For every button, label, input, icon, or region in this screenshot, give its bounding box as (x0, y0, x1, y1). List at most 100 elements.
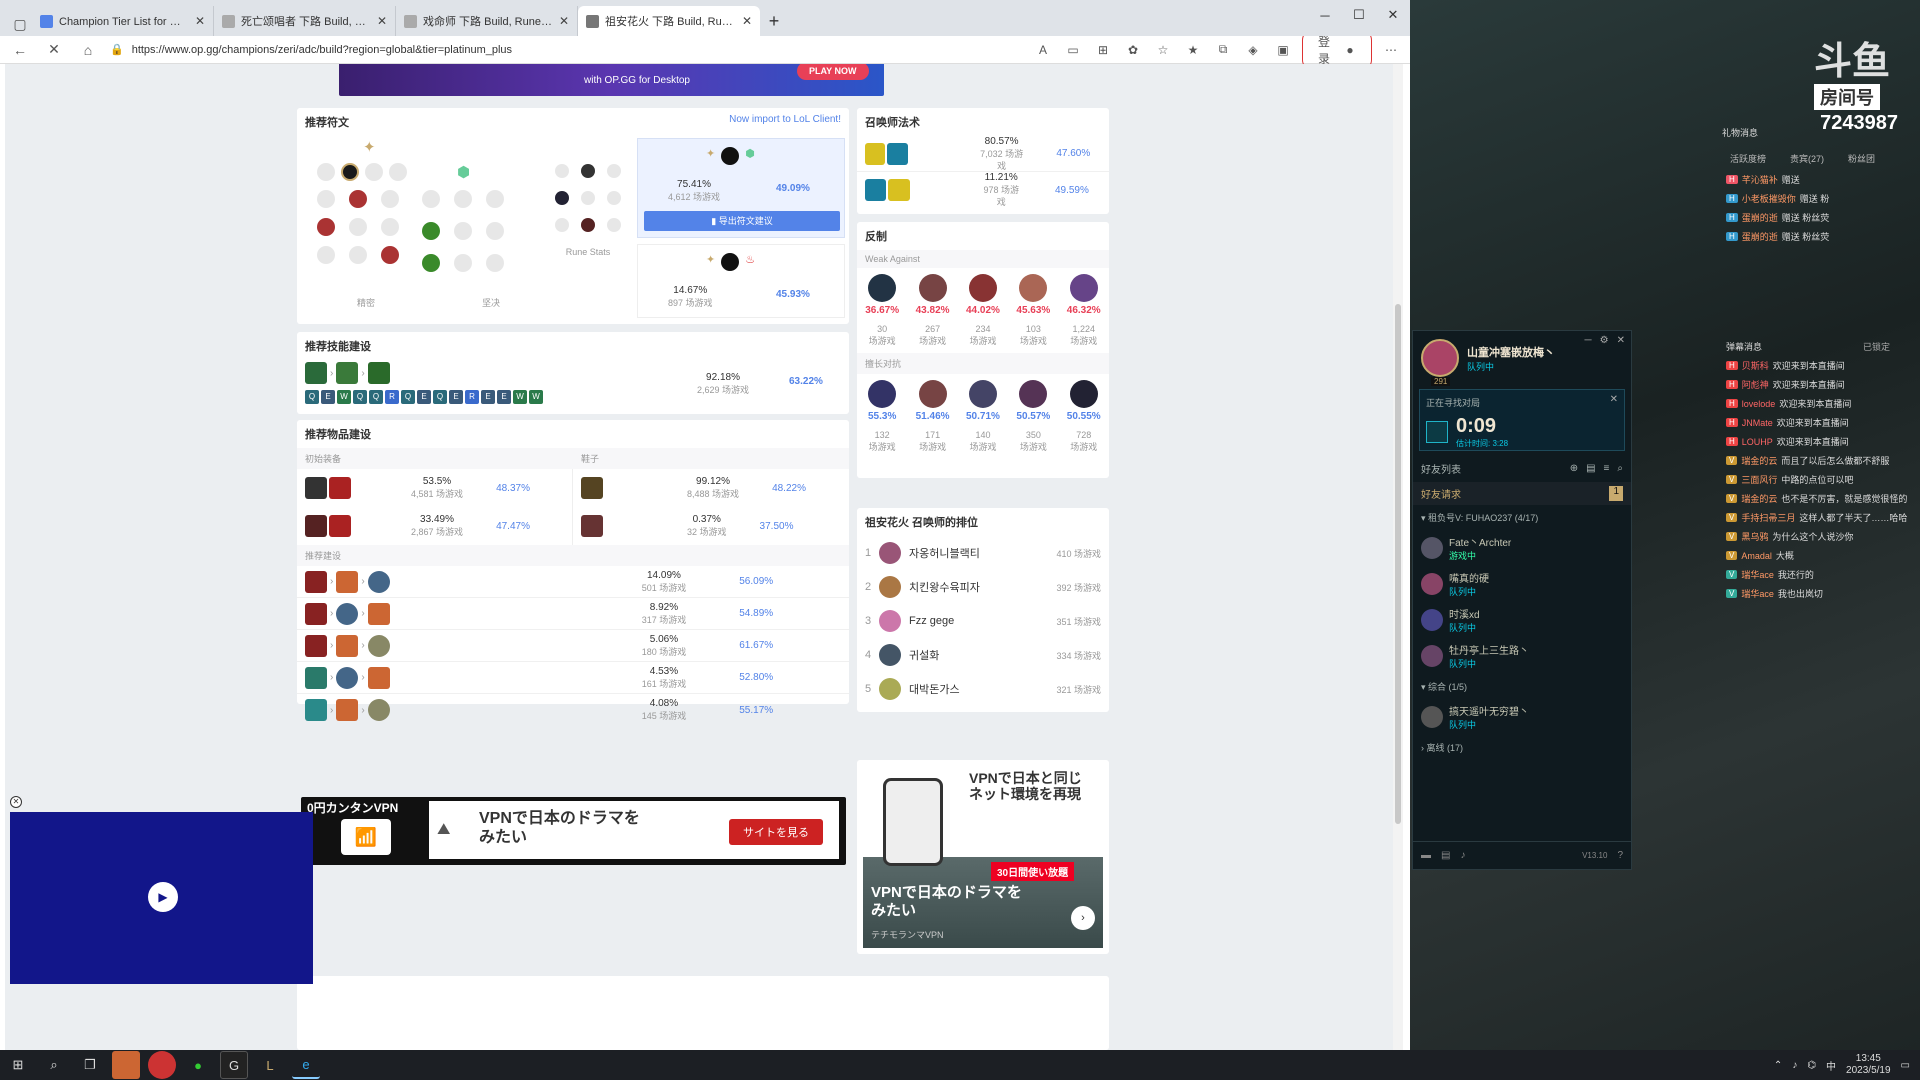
core-build-row[interactable]: › › 8.92% 317 场游戏 54.89% (297, 598, 849, 630)
rune-icon[interactable] (454, 190, 472, 208)
favorite-icon[interactable]: ☆ (1152, 43, 1174, 57)
browser-tab-active[interactable]: 祖安花火 下路 Build, Runes, Cou ✕ (578, 6, 760, 36)
clipboard-icon[interactable]: ▤ (1441, 850, 1450, 861)
rune-icon[interactable] (349, 218, 367, 236)
mic-icon[interactable]: ♪ (1460, 850, 1465, 861)
counter-champion[interactable]: 46.32% 1,224 场游戏 (1060, 274, 1108, 347)
stat-shard-icon[interactable] (555, 164, 569, 178)
core-build-row[interactable]: › › 4.53% 161 场游戏 52.80% (297, 662, 849, 694)
starter-row[interactable]: 33.49% 2,867 场游戏 47.47% (297, 507, 572, 545)
friend-entry[interactable]: 牡丹亭上三生路丶 队列中 (1413, 638, 1631, 674)
minimize-icon[interactable]: ─ (1585, 335, 1592, 346)
close-icon[interactable]: ✕ (195, 14, 205, 28)
stat-shard-icon[interactable] (555, 191, 569, 205)
friend-entry[interactable]: 嘴真的硬 队列中 (1413, 566, 1631, 602)
minimize-icon[interactable]: ─ (1308, 0, 1342, 30)
core-build-row[interactable]: › › 4.08% 145 场游戏 55.17% (297, 694, 849, 726)
clock[interactable]: 13:45 2023/5/19 (1846, 1053, 1891, 1077)
task-view-icon[interactable]: ❐ (76, 1051, 104, 1079)
close-window-icon[interactable]: ✕ (1376, 0, 1410, 30)
side-ad[interactable]: VPNで日本と同じ ネット環境を再現 30日間使い放題 VPNで日本のドラマを … (857, 760, 1109, 954)
search-icon[interactable]: ⌕ (1617, 463, 1623, 474)
shield-icon[interactable]: ◈ (1242, 43, 1264, 57)
rune-selected-icon[interactable] (341, 163, 359, 181)
import-runes-link[interactable]: Now import to LoL Client! (729, 114, 841, 130)
collections-icon[interactable]: ⧉ (1212, 42, 1234, 57)
rune-icon[interactable] (381, 218, 399, 236)
rune-icon[interactable] (365, 163, 383, 181)
summoner-name[interactable]: 대박돈가스 (909, 681, 1056, 697)
read-aloud-icon[interactable]: A (1032, 43, 1054, 57)
counter-champion[interactable]: 51.46% 171 场游戏 (909, 380, 957, 453)
folder-icon[interactable]: ▤ (1586, 463, 1595, 474)
ad-cta-button[interactable]: サイトを見る (729, 819, 823, 845)
rune-selected-icon[interactable] (422, 222, 440, 240)
close-icon[interactable]: ✕ (377, 14, 387, 28)
back-icon[interactable]: ← (8, 38, 32, 62)
chat-icon[interactable]: ▬ (1421, 850, 1431, 861)
rune-icon[interactable] (317, 163, 335, 181)
wechat-icon[interactable]: ● (184, 1051, 212, 1079)
friend-entry[interactable]: 时溪xd 队列中 (1413, 602, 1631, 638)
add-friend-icon[interactable]: ⊕ (1570, 463, 1578, 474)
extensions-icon[interactable]: ✿ (1122, 43, 1144, 57)
close-icon[interactable]: ✕ (742, 14, 752, 28)
league-client-icon[interactable]: L (256, 1051, 284, 1079)
app-icon[interactable] (148, 1051, 176, 1079)
notifications-icon[interactable]: ▭ (1901, 1060, 1910, 1071)
app-icon[interactable]: G (220, 1051, 248, 1079)
maximize-icon[interactable]: ☐ (1342, 0, 1376, 30)
rune-icon[interactable] (317, 246, 335, 264)
reader-icon[interactable]: ▭ (1062, 43, 1084, 57)
rune-selected-icon[interactable] (381, 246, 399, 264)
sidebar-icon[interactable]: ▣ (1272, 43, 1294, 57)
starter-row[interactable]: 53.5% 4,581 场游戏 48.37% (297, 469, 572, 507)
boots-row[interactable]: 99.12% 8,488 场游戏 48.22% (573, 469, 849, 507)
friend-entry[interactable]: Fate丶Archter 游戏中 (1413, 530, 1631, 566)
export-runes-button[interactable]: ▮ 导出符文建议 (644, 211, 840, 231)
close-icon[interactable]: ✕ (1610, 394, 1618, 405)
counter-champion[interactable]: 50.71% 140 场游戏 (959, 380, 1007, 453)
tab-actions-icon[interactable]: ▢ (8, 12, 32, 36)
boots-row[interactable]: 0.37% 32 场游戏 37.50% (573, 507, 849, 545)
list-icon[interactable]: ≡ (1604, 463, 1610, 474)
core-build-row[interactable]: › › 14.09% 501 场游戏 56.09% (297, 566, 849, 598)
rune-icon[interactable] (317, 190, 335, 208)
browser-tab[interactable]: 死亡颂唱者 下路 Build, Runes, Co ✕ (214, 6, 396, 36)
ranking-row[interactable]: 4 귀설화 334 场游戏 (857, 638, 1109, 672)
chevron-up-icon[interactable]: ⌃ (1774, 1060, 1782, 1071)
app-icon[interactable] (112, 1051, 140, 1079)
counter-champion[interactable]: 50.55% 728 场游戏 (1060, 380, 1108, 453)
rune-icon[interactable] (422, 190, 440, 208)
browser-tab[interactable]: Champion Tier List for 下路, 华丽 ✕ (32, 6, 214, 36)
rune-icon[interactable] (381, 190, 399, 208)
spell-row[interactable]: 80.57% 7,032 场游戏 47.60% (857, 136, 1109, 172)
counter-champion[interactable]: 55.3% 132 场游戏 (858, 380, 906, 453)
ime-indicator[interactable]: 中 (1826, 1058, 1836, 1073)
play-icon[interactable]: ▶ (148, 882, 178, 912)
close-icon[interactable]: ✕ (559, 14, 569, 28)
url-field[interactable]: 🔒 https://www.op.gg/champions/zeri/adc/bu… (110, 39, 1022, 61)
rune-selected-icon[interactable] (349, 190, 367, 208)
volume-icon[interactable]: ♪ (1792, 1060, 1797, 1071)
counter-champion[interactable]: 44.02% 234 场游戏 (959, 274, 1007, 347)
ranking-row[interactable]: 2 치킨왕수육피자 392 场游戏 (857, 570, 1109, 604)
scrollbar[interactable] (1393, 64, 1403, 1050)
stat-shard-icon[interactable] (581, 218, 595, 232)
friend-group[interactable]: ▾ 租负号V: FUHAO237 (4/17) (1413, 505, 1631, 530)
more-icon[interactable]: ⋯ (1380, 43, 1402, 57)
chevron-right-icon[interactable]: › (1071, 906, 1095, 930)
rune-icon[interactable] (389, 163, 407, 181)
rune-build-alt[interactable]: ✦ ♨ 14.67% 897 场游戏 45.93% (637, 244, 845, 318)
rune-selected-icon[interactable] (422, 254, 440, 272)
home-icon[interactable]: ⌂ (76, 38, 100, 62)
new-tab-button[interactable]: + (760, 6, 788, 36)
bottom-ad[interactable]: 0円カンタンVPN ⛰ VPNで日本のドラマを みたい サイトを見る 📶 (301, 797, 846, 865)
rune-icon[interactable] (454, 222, 472, 240)
core-build-row[interactable]: › › 5.06% 180 场游戏 61.67% (297, 630, 849, 662)
friend-group[interactable]: › 离线 (17) (1413, 735, 1631, 760)
rune-icon[interactable] (349, 246, 367, 264)
favorites-list-icon[interactable]: ★ (1182, 43, 1204, 57)
scrollbar-thumb[interactable] (1395, 304, 1401, 824)
browser-tab[interactable]: 戏命师 下路 Build, Runes, Count ✕ (396, 6, 578, 36)
